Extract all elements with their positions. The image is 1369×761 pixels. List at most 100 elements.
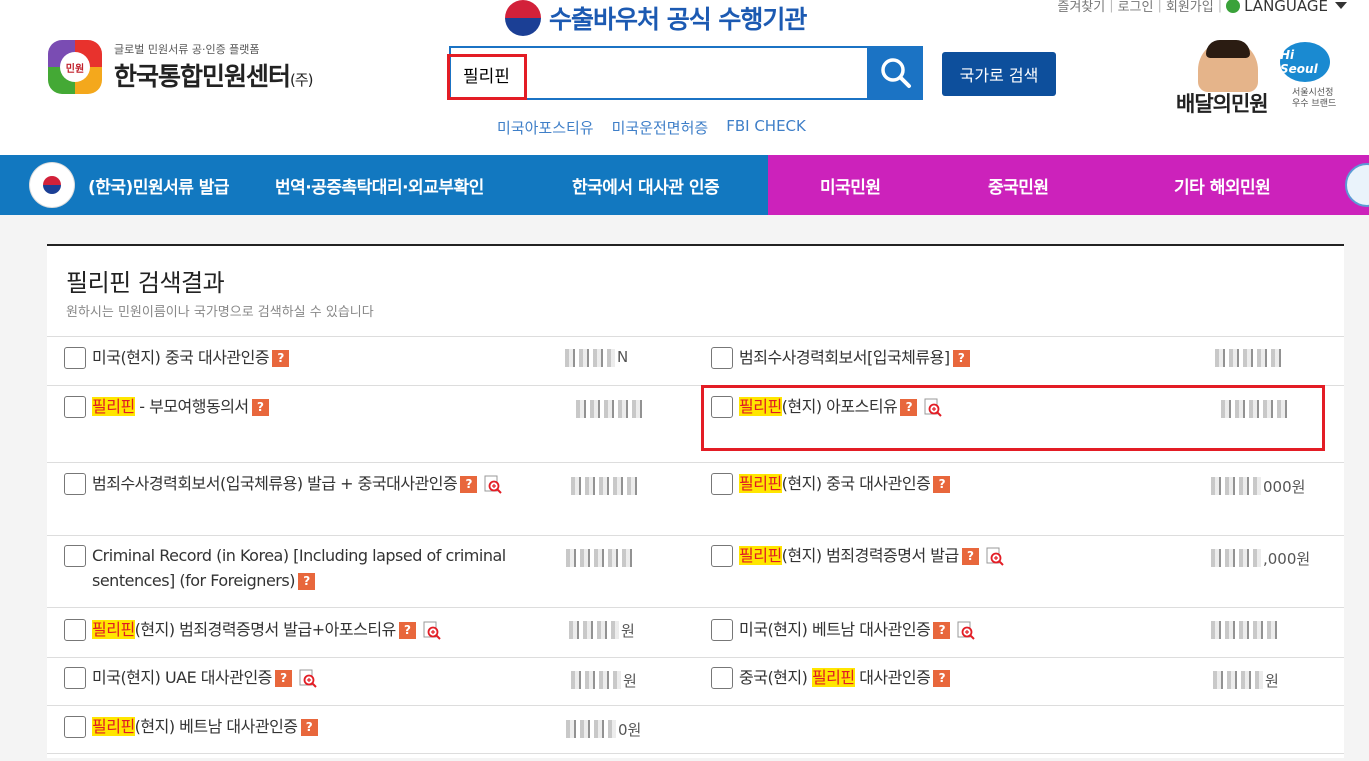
nav-item-translation[interactable]: 번역·공증촉탁대리·외교부확인 <box>275 155 484 215</box>
results-description: 원하시는 민원이름이나 국가명으로 검색하실 수 있습니다 <box>66 305 374 320</box>
item-name[interactable]: 범죄수사경력회보서(입국체류용) 발급 + 중국대사관인증? <box>92 471 512 496</box>
mascot-icon <box>1198 40 1258 92</box>
question-icon[interactable]: ? <box>933 670 951 687</box>
nav-item-other[interactable]: 기타 해외민원 <box>1174 155 1271 215</box>
nav-item-embassy[interactable]: 한국에서 대사관 인증 <box>572 155 720 215</box>
item-checkbox[interactable] <box>64 396 86 418</box>
banner-text: 수출바우처 공식 수행기관 <box>549 5 807 34</box>
item-checkbox[interactable] <box>64 716 86 738</box>
zoom-doc-icon[interactable] <box>298 669 318 689</box>
item-name[interactable]: 필리핀(현지) 중국 대사관인증? <box>739 471 1199 496</box>
hi-seoul-badge: Hi Seoul <box>1280 42 1330 82</box>
logo-suffix: (주) <box>290 71 313 89</box>
item-checkbox[interactable] <box>711 347 733 369</box>
language-selector[interactable]: LANGUAGE <box>1226 0 1347 15</box>
caret-down-icon <box>1335 2 1347 9</box>
question-icon[interactable]: ? <box>274 670 292 687</box>
logo-subtitle: 글로벌 민원서류 공·인증 플랫폼 <box>114 43 260 56</box>
row-divider <box>47 462 1344 463</box>
item-price: 원 <box>621 622 635 640</box>
item-checkbox[interactable] <box>64 473 86 495</box>
bookmark-link[interactable]: 즐겨찾기 <box>1057 0 1105 15</box>
question-icon[interactable]: ? <box>297 573 315 590</box>
search-highlight: 필리핀 <box>92 717 135 736</box>
question-icon[interactable]: ? <box>961 548 979 565</box>
zoom-doc-icon[interactable] <box>422 621 442 641</box>
export-voucher-banner[interactable]: 수출바우처 공식 수행기관 <box>505 0 807 36</box>
partner-brand[interactable]: Hi Seoul 배달의민원 서울시선정 우수 브랜드 <box>1176 40 1356 120</box>
item-checkbox[interactable] <box>64 347 86 369</box>
row-divider <box>47 753 1344 754</box>
zoom-doc-icon[interactable] <box>985 547 1005 567</box>
item-name[interactable]: 미국(현지) UAE 대사관인증? <box>92 665 512 690</box>
item-name[interactable]: 필리핀(현지) 베트남 대사관인증? <box>92 714 512 739</box>
question-icon[interactable]: ? <box>933 622 951 639</box>
price-redacted <box>571 671 621 689</box>
question-icon[interactable]: ? <box>952 350 970 367</box>
results-title: 필리핀 검색결과 <box>66 269 225 297</box>
price-redacted <box>566 549 636 567</box>
search-highlight: 필리핀 <box>92 620 135 639</box>
quick-link-us-apostille[interactable]: 미국아포스티유 <box>497 117 594 138</box>
item-name[interactable]: 필리핀(현지) 범죄경력증명서 발급+아포스티유? <box>92 617 512 642</box>
item-price: 0원 <box>618 721 642 739</box>
quick-link-us-license[interactable]: 미국운전면허증 <box>612 117 709 138</box>
item-name[interactable]: 중국(현지) 필리핀 대사관인증? <box>739 665 1199 690</box>
search-button[interactable] <box>869 46 923 100</box>
question-icon[interactable]: ? <box>272 350 290 367</box>
login-link[interactable]: 로그인 <box>1118 0 1154 15</box>
row-divider <box>47 336 1344 337</box>
signup-link[interactable]: 회원가입 <box>1166 0 1214 15</box>
item-name[interactable]: Criminal Record (in Korea) [Including la… <box>92 543 512 593</box>
korea-flag-icon <box>30 163 74 207</box>
search-box <box>449 46 869 100</box>
search-highlight: 필리핀 <box>739 546 782 565</box>
price-redacted <box>1211 477 1261 495</box>
item-name[interactable]: 범죄수사경력회보서[입국체류용]? <box>739 345 1199 370</box>
globe-icon <box>1226 0 1241 13</box>
logo-badge: 민원 <box>60 52 90 82</box>
logo-title: 한국통합민원센터 <box>114 62 291 91</box>
price-redacted <box>1211 549 1261 567</box>
zoom-doc-icon[interactable] <box>956 621 976 641</box>
row-divider <box>47 657 1344 658</box>
country-search-button[interactable]: 국가로 검색 <box>942 52 1056 96</box>
language-label: LANGUAGE <box>1244 0 1328 15</box>
row-divider <box>47 535 1344 536</box>
item-checkbox[interactable] <box>64 667 86 689</box>
question-icon[interactable]: ? <box>300 719 318 736</box>
item-price: 원 <box>623 672 637 690</box>
item-checkbox[interactable] <box>64 545 86 567</box>
item-name[interactable]: 필리핀(현지) 범죄경력증명서 발급? <box>739 543 1199 568</box>
main-nav: (한국)민원서류 발급 번역·공증촉탁대리·외교부확인 한국에서 대사관 인증 … <box>0 155 1369 215</box>
logo-mark-icon: 민원 <box>46 38 108 96</box>
item-checkbox[interactable] <box>711 473 733 495</box>
item-name[interactable]: 필리핀 - 부모여행동의서? <box>92 394 512 419</box>
zoom-doc-icon[interactable] <box>483 475 503 495</box>
item-checkbox[interactable] <box>711 667 733 689</box>
item-price: ,000원 <box>1263 550 1311 568</box>
question-icon[interactable]: ? <box>251 399 269 416</box>
price-redacted <box>566 720 616 738</box>
question-icon[interactable]: ? <box>933 476 951 493</box>
row-divider <box>47 607 1344 608</box>
item-price: 000원 <box>1263 478 1306 496</box>
question-icon[interactable]: ? <box>460 476 478 493</box>
search-highlight: 필리핀 <box>92 397 135 416</box>
partner-subtitle: 서울시선정 우수 브랜드 <box>1292 88 1337 109</box>
item-checkbox[interactable] <box>711 619 733 641</box>
quick-link-fbi[interactable]: FBI CHECK <box>726 117 806 138</box>
nav-item-china[interactable]: 중국민원 <box>988 155 1049 215</box>
item-price: N <box>617 348 629 366</box>
item-checkbox[interactable] <box>64 619 86 641</box>
quick-links: 미국아포스티유 미국운전면허증 FBI CHECK <box>497 117 806 138</box>
item-price: 원 <box>1265 672 1279 690</box>
nav-item-us[interactable]: 미국민원 <box>820 155 881 215</box>
item-name[interactable]: 미국(현지) 중국 대사관인증? <box>92 345 512 370</box>
nav-item-korea-docs[interactable]: (한국)민원서류 발급 <box>88 155 230 215</box>
search-input[interactable] <box>451 49 865 99</box>
item-checkbox[interactable] <box>711 545 733 567</box>
item-name[interactable]: 미국(현지) 베트남 대사관인증? <box>739 617 1199 642</box>
site-logo[interactable]: 민원 글로벌 민원서류 공·인증 플랫폼 한국통합민원센터(주) <box>46 38 314 96</box>
question-icon[interactable]: ? <box>398 622 416 639</box>
